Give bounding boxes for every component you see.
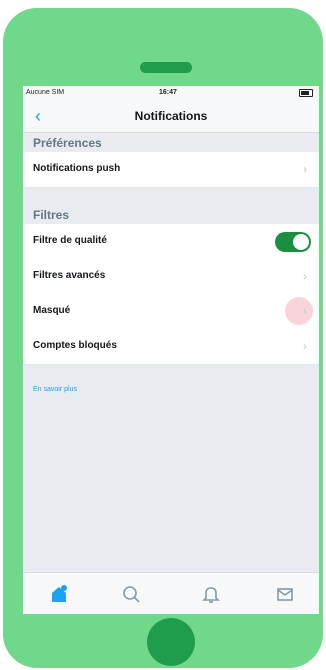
page-title: Notifications [134, 109, 208, 123]
row-label: Filtres avancés [33, 270, 106, 281]
row-label: Masqué [33, 305, 71, 316]
row-muted[interactable]: Masqué › [23, 294, 319, 330]
chevron-right-icon: › [303, 269, 307, 283]
row-blocked-accounts[interactable]: Comptes bloqués › [23, 329, 319, 365]
mail-icon[interactable] [273, 582, 297, 606]
chevron-right-icon: › [303, 162, 307, 176]
app-screen: Aucune SIM 16:47 ‹ Notifications Préfére… [23, 86, 319, 614]
home-icon[interactable] [47, 582, 71, 606]
quality-filter-toggle[interactable] [275, 232, 311, 252]
phone-speaker [140, 62, 192, 73]
section-header-preferences: Préférences [23, 132, 319, 152]
section-header-filters: Filtres [23, 204, 319, 224]
navigation-bar: ‹ Notifications [23, 100, 319, 133]
row-label: Notifications push [33, 163, 121, 174]
chevron-right-icon: › [303, 339, 307, 353]
row-push-notifications[interactable]: Notifications push › [23, 152, 319, 188]
chevron-right-icon: › [303, 304, 307, 318]
section-header-label: Préférences [33, 136, 102, 150]
status-bar: Aucune SIM 16:47 [23, 86, 319, 100]
search-icon[interactable] [119, 582, 143, 606]
learn-more-link[interactable]: En savoir plus [33, 386, 77, 393]
section-header-label: Filtres [33, 208, 70, 222]
clock: 16:47 [159, 89, 177, 96]
row-advanced-filters[interactable]: Filtres avancés › [23, 259, 319, 295]
bell-icon[interactable] [199, 582, 223, 606]
phone-frame: Aucune SIM 16:47 ‹ Notifications Préfére… [3, 8, 323, 668]
tap-indicator [285, 297, 313, 325]
toggle-knob [293, 234, 309, 250]
row-label: Filtre de qualité [33, 235, 107, 246]
row-quality-filter: Filtre de qualité [23, 224, 319, 260]
tab-bar [23, 572, 319, 614]
row-label: Comptes bloqués [33, 340, 117, 351]
battery-icon [299, 89, 313, 97]
home-button[interactable] [147, 618, 195, 666]
carrier-label: Aucune SIM [26, 89, 65, 96]
